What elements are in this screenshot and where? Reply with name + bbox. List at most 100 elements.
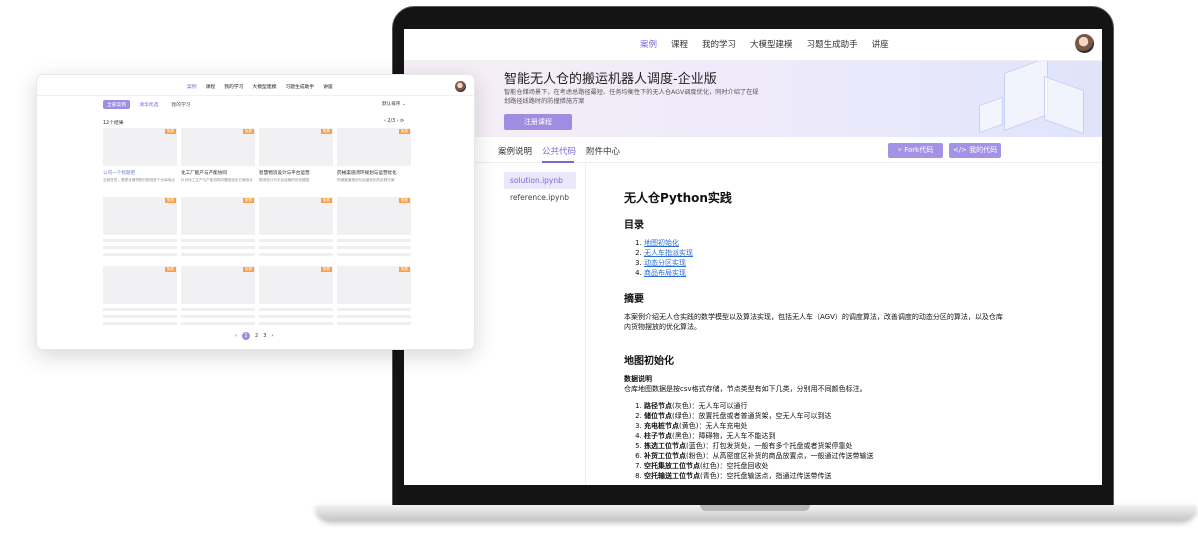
mini-nav-item[interactable]: 我的学习 (224, 83, 243, 90)
case-card-placeholder[interactable]: 免费 (337, 197, 411, 263)
mini-tab-selected[interactable]: 清华优选 (135, 100, 162, 109)
card-title: 药械渠道闭环规划与运营优化 (337, 171, 397, 176)
card-thumbnail: 免费 (259, 197, 333, 235)
node-type-name: 充电桩节点 (644, 422, 679, 430)
mini-nav: 案例 课程 我的学习 大模型建模 习题生成助手 讲座 (187, 83, 333, 90)
tab-case-description[interactable]: 案例说明 (498, 145, 532, 157)
data-desc-heading: 数据说明 (624, 375, 652, 383)
tab-attachments[interactable]: 附件中心 (586, 145, 620, 157)
toc-link[interactable]: 地图初始化 (644, 239, 679, 247)
page-button[interactable]: 2 (255, 333, 258, 339)
case-card-placeholder[interactable]: 免费 (337, 266, 411, 332)
card-thumbnail: 免费 (337, 197, 411, 235)
mini-nav-item[interactable]: 习题生成助手 (285, 83, 314, 90)
mini-tab-all[interactable]: 全部案例 (103, 100, 131, 109)
card-tag: 免费 (320, 267, 332, 272)
skeleton-line (337, 315, 411, 318)
nav-item-courses[interactable]: 课程 (671, 38, 688, 50)
toc-link[interactable]: 无人车指派实现 (644, 249, 693, 257)
toc-link[interactable]: 动态分区实现 (644, 259, 686, 267)
file-item[interactable]: reference.ipynb (504, 189, 576, 206)
mini-filter-tabs: 全部案例 清华优选 我的学习 (103, 100, 195, 109)
register-course-button[interactable]: 注册课程 (504, 114, 572, 130)
chevron-right-icon[interactable]: › (271, 333, 273, 339)
skeleton-line (337, 322, 411, 325)
mini-nav-item[interactable]: 讲座 (323, 83, 333, 90)
card-tag: 免费 (320, 198, 332, 203)
card-tag: 免费 (398, 198, 410, 203)
case-card-placeholder[interactable]: 免费 (259, 197, 333, 263)
my-code-button[interactable]: </> 我的代码 (949, 143, 1001, 158)
banner-illustration (1004, 61, 1048, 132)
my-code-label: 我的代码 (969, 146, 998, 154)
fork-label: Fork代码 (904, 146, 934, 154)
card-thumbnail: 免费 (181, 266, 255, 304)
laptop-screen: 案例 课程 我的学习 大模型建模 习题生成助手 讲座 智能无人仓的搬运机器人调度… (404, 29, 1102, 485)
mini-nav-item[interactable]: 课程 (206, 83, 216, 90)
mini-user-avatar[interactable] (455, 81, 466, 92)
chevron-left-icon[interactable]: ‹ (235, 333, 237, 339)
case-card-placeholder[interactable]: 免费 (259, 266, 333, 332)
card-tag: 免费 (164, 129, 176, 134)
file-item[interactable]: solution.ipynb (504, 172, 576, 189)
card-title: 化工厂能产与产能协同 (181, 171, 227, 176)
node-type-desc: (青色)：空托盘输送点，指通过传送带传送 (700, 472, 832, 480)
node-type-desc: (黑色)：障碍物，无人车不能达到 (672, 432, 776, 440)
tab-public-code[interactable]: 公共代码 (542, 145, 576, 157)
card-tag: 免费 (320, 129, 332, 134)
result-count: 12个结果 (103, 121, 124, 126)
nav-item-exercise-assistant[interactable]: 习题生成助手 (807, 38, 858, 50)
case-card[interactable]: 免费 化工厂能产与产能协同 针对化工生产与产能协同问题的优化方案设计 (181, 128, 255, 194)
card-title: 公司一个标题吧 (103, 171, 136, 176)
code-icon: </> (952, 146, 970, 154)
nav-item-lectures[interactable]: 讲座 (872, 38, 889, 50)
case-card[interactable]: 免费 公司一个标题吧 当前任务，是把仓储货物分配到多个仓库地点 (103, 128, 177, 194)
mini-tab-my-learning[interactable]: 我的学习 (167, 100, 194, 109)
case-card-placeholder[interactable]: 免费 (181, 197, 255, 263)
page-button-current[interactable]: 1 (242, 332, 250, 340)
skeleton-line (103, 246, 177, 249)
page-button[interactable]: 3 (263, 333, 266, 339)
skeleton-line (103, 315, 177, 318)
mini-nav-item[interactable]: 大模型建模 (252, 83, 276, 90)
node-type-desc: (绿色)：放置托盘或者普通货架，空无人车可以到达 (672, 412, 832, 420)
summary-heading: 摘要 (624, 294, 644, 305)
top-nav: 案例 课程 我的学习 大模型建模 习题生成助手 讲座 (404, 29, 1102, 61)
skeleton-line (259, 239, 333, 242)
content-tabs: 案例说明 公共代码 附件中心 ⑂ Fork代码 </> 我的代码 (404, 137, 1102, 163)
fork-code-button[interactable]: ⑂ Fork代码 (888, 143, 943, 158)
data-desc-text: 仓库地图数据是按csv格式存储，节点类型有如下几类，分别用不同颜色标注。 (624, 385, 867, 393)
course-banner: 智能无人仓的搬运机器人调度-企业版 智能仓储场景下，在考虑总路径最短、任务均衡性… (404, 61, 1102, 137)
card-desc: 药械渠道规划与运营优化的实践方案 (337, 178, 395, 182)
skeleton-line (259, 322, 333, 325)
card-tag: 免费 (398, 267, 410, 272)
case-card[interactable]: 免费 药械渠道闭环规划与运营优化 药械渠道规划与运营优化的实践方案 (337, 128, 411, 194)
case-card-placeholder[interactable]: 免费 (181, 266, 255, 332)
case-card-placeholder[interactable]: 免费 (103, 197, 177, 263)
mini-nav-item[interactable]: 案例 (187, 83, 197, 90)
active-tab-indicator (542, 161, 574, 163)
node-type-desc: (红色)：空托盘回收处 (700, 462, 769, 470)
user-avatar[interactable] (1075, 34, 1094, 53)
skeleton-line (181, 246, 255, 249)
summary-text: 本案例介绍无人仓实践的数学模型以及算法实现，包括无人车（AGV）的调度算法，改善… (624, 313, 1003, 331)
card-tag: 免费 (242, 198, 254, 203)
node-type-desc: (灰色)：无人车可以通行 (672, 402, 748, 410)
mini-nav-divider (37, 95, 474, 96)
skeleton-line (337, 253, 411, 256)
nav-item-my-learning[interactable]: 我的学习 (702, 38, 736, 50)
card-thumbnail: 免费 (181, 197, 255, 235)
toc-link[interactable]: 商品布局实现 (644, 269, 686, 277)
node-type-name: 空托集放工位节点 (644, 462, 700, 470)
card-tag: 免费 (398, 129, 410, 134)
case-card-placeholder[interactable]: 免费 (103, 266, 177, 332)
skeleton-line (103, 253, 177, 256)
sort-dropdown[interactable]: 默认排序 ⌄ (382, 101, 406, 107)
refresh-icon[interactable]: ⟳ (399, 119, 404, 124)
banner-illustration-block (1044, 75, 1084, 135)
nav-item-llm-modeling[interactable]: 大模型建模 (750, 38, 793, 50)
card-desc: 物流设计与平台运营的优化模型 (259, 178, 310, 182)
nav-item-cases[interactable]: 案例 (640, 38, 657, 50)
chevron-down-icon: ⌄ (400, 102, 406, 107)
case-card[interactable]: 免费 智慧物流设计与平台运营 物流设计与平台运营的优化模型 (259, 128, 333, 194)
